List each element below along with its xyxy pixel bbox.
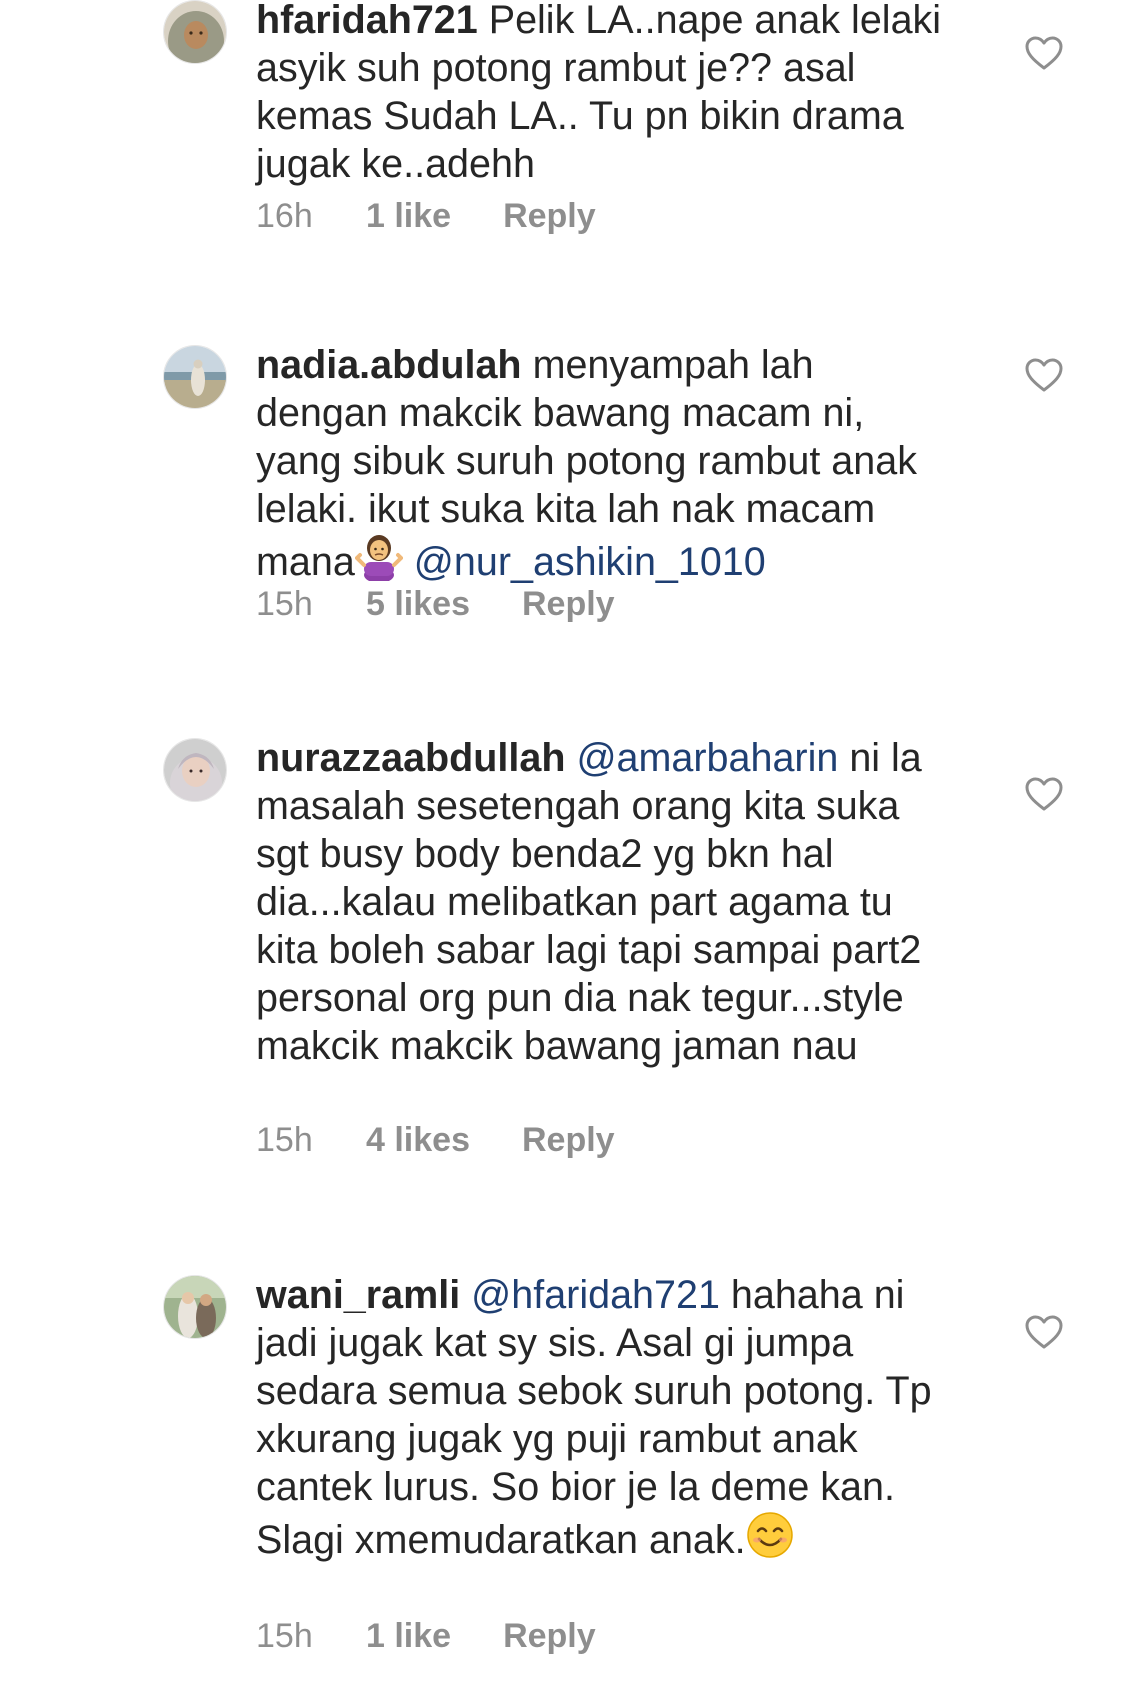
- comment-text: nadia.abdulah menyampah lah dengan makci…: [256, 341, 956, 586]
- heart-outline-icon[interactable]: [1024, 34, 1064, 74]
- smiling-face-emoji: [746, 1512, 793, 1558]
- comment-body: ni la masalah sesetengah orang kita suka…: [256, 736, 922, 1068]
- comment-username[interactable]: wani_ramli: [256, 1273, 460, 1317]
- comment-meta: 16h 1 like Reply: [256, 192, 596, 240]
- reply-button[interactable]: Reply: [522, 585, 615, 624]
- comment-meta: 15h 4 likes Reply: [256, 1116, 615, 1164]
- comment-username[interactable]: nadia.abdulah: [256, 343, 522, 387]
- comment-likes[interactable]: 5 likes: [366, 585, 470, 624]
- reply-button[interactable]: Reply: [522, 1121, 615, 1160]
- comment-time: 15h: [256, 1120, 313, 1159]
- comment-meta: 15h 1 like Reply: [256, 1612, 596, 1660]
- mention-link[interactable]: @hfaridah721: [471, 1273, 720, 1317]
- mention-link[interactable]: @amarbaharin: [576, 736, 838, 780]
- comment-likes[interactable]: 1 like: [366, 1617, 451, 1656]
- comment-username[interactable]: nurazzaabdullah: [256, 736, 565, 780]
- reply-button[interactable]: Reply: [503, 197, 596, 236]
- avatar[interactable]: [163, 0, 227, 64]
- comment-time: 15h: [256, 584, 313, 623]
- mention-link[interactable]: @nur_ashikin_1010: [414, 540, 766, 584]
- avatar[interactable]: [163, 1275, 227, 1339]
- comment-likes[interactable]: 1 like: [366, 197, 451, 236]
- comment-time: 15h: [256, 1616, 313, 1655]
- reply-button[interactable]: Reply: [503, 1617, 596, 1656]
- heart-outline-icon[interactable]: [1024, 1313, 1064, 1353]
- comment-time: 16h: [256, 196, 313, 235]
- comment-meta: 15h 5 likes Reply: [256, 580, 615, 628]
- heart-outline-icon[interactable]: [1024, 775, 1064, 815]
- comment-likes[interactable]: 4 likes: [366, 1121, 470, 1160]
- heart-outline-icon[interactable]: [1024, 356, 1064, 396]
- comment-username[interactable]: hfaridah721: [256, 0, 478, 42]
- comment-text: wani_ramli @hfaridah721 hahaha ni jadi j…: [256, 1271, 956, 1564]
- woman-shrugging-emoji: [354, 535, 403, 581]
- avatar[interactable]: [163, 738, 227, 802]
- avatar[interactable]: [163, 345, 227, 409]
- comment-text: hfaridah721 Pelik LA..nape anak lelaki a…: [256, 0, 956, 188]
- comment-text: nurazzaabdullah @amarbaharin ni la masal…: [256, 734, 956, 1070]
